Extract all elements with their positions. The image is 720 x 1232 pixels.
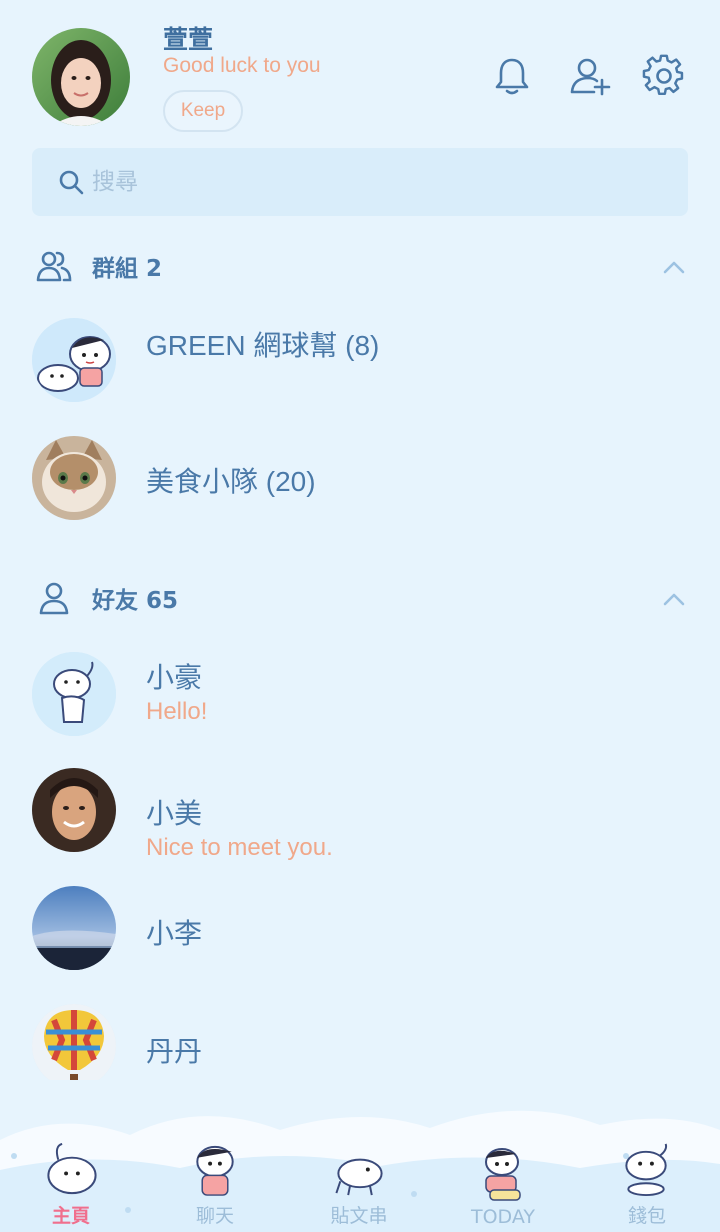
search-input[interactable]: [92, 169, 632, 195]
groups-section-title: 群組 2: [92, 256, 163, 282]
friend-avatar: [32, 768, 116, 852]
chevron-up-icon[interactable]: [660, 254, 688, 282]
groups-section-header[interactable]: 群組 2: [36, 246, 162, 286]
friends-section-title: 好友 65: [92, 588, 179, 614]
friend-row[interactable]: 小李: [0, 874, 720, 984]
friend-name: 小豪: [146, 662, 203, 693]
nav-chat[interactable]: 聊天: [160, 1140, 270, 1232]
friend-name: 丹丹: [146, 1036, 203, 1067]
search-icon: [59, 170, 84, 195]
nav-timeline-label: 貼文串: [330, 1205, 388, 1227]
group-row[interactable]: GREEN 網球幫 (8): [0, 306, 720, 416]
keep-button[interactable]: Keep: [163, 90, 243, 132]
group-icon: [36, 251, 72, 282]
nav-wallet[interactable]: 錢包: [592, 1140, 702, 1232]
gear-icon[interactable]: [642, 54, 686, 98]
wallet-icon: [625, 1143, 668, 1197]
nav-wallet-label: 錢包: [627, 1205, 666, 1227]
bell-icon[interactable]: [490, 54, 534, 98]
group-avatar: [32, 436, 116, 520]
today-icon: [485, 1148, 521, 1201]
person-icon: [39, 582, 69, 615]
friend-row[interactable]: 小美 Nice to meet you.: [0, 756, 720, 866]
friend-avatar: [32, 886, 116, 970]
nav-today[interactable]: TODAY: [448, 1140, 558, 1232]
timeline-icon: [335, 1158, 383, 1196]
nav-home-label: 主頁: [51, 1205, 90, 1227]
profile-status-message[interactable]: Good luck to you: [163, 54, 321, 78]
add-friend-icon[interactable]: [568, 54, 612, 98]
friend-status-message: Hello!: [146, 698, 208, 725]
profile-avatar[interactable]: [32, 28, 130, 126]
search-bar[interactable]: [32, 148, 688, 216]
nav-home[interactable]: 主頁: [16, 1140, 126, 1232]
group-row[interactable]: 美食小隊 (20): [0, 424, 720, 534]
chevron-up-icon[interactable]: [660, 586, 688, 614]
friend-avatar: [32, 1004, 116, 1088]
friends-section-header[interactable]: 好友 65: [36, 578, 178, 618]
chat-icon: [196, 1145, 234, 1196]
friend-name: 小李: [146, 918, 203, 949]
nav-today-label: TODAY: [471, 1206, 535, 1228]
friend-avatar: [32, 652, 116, 736]
group-avatar: [32, 318, 116, 402]
friend-row[interactable]: 小豪 Hello!: [0, 640, 720, 750]
home-icon: [47, 1142, 97, 1195]
friend-name: 小美: [146, 798, 203, 829]
group-name: 美食小隊 (20): [146, 466, 316, 497]
nav-timeline[interactable]: 貼文串: [304, 1140, 414, 1232]
friend-status-message: Nice to meet you.: [146, 834, 333, 861]
group-name: GREEN 網球幫 (8): [146, 330, 380, 361]
nav-chat-label: 聊天: [195, 1205, 234, 1227]
profile-name: 萱萱: [163, 25, 214, 54]
